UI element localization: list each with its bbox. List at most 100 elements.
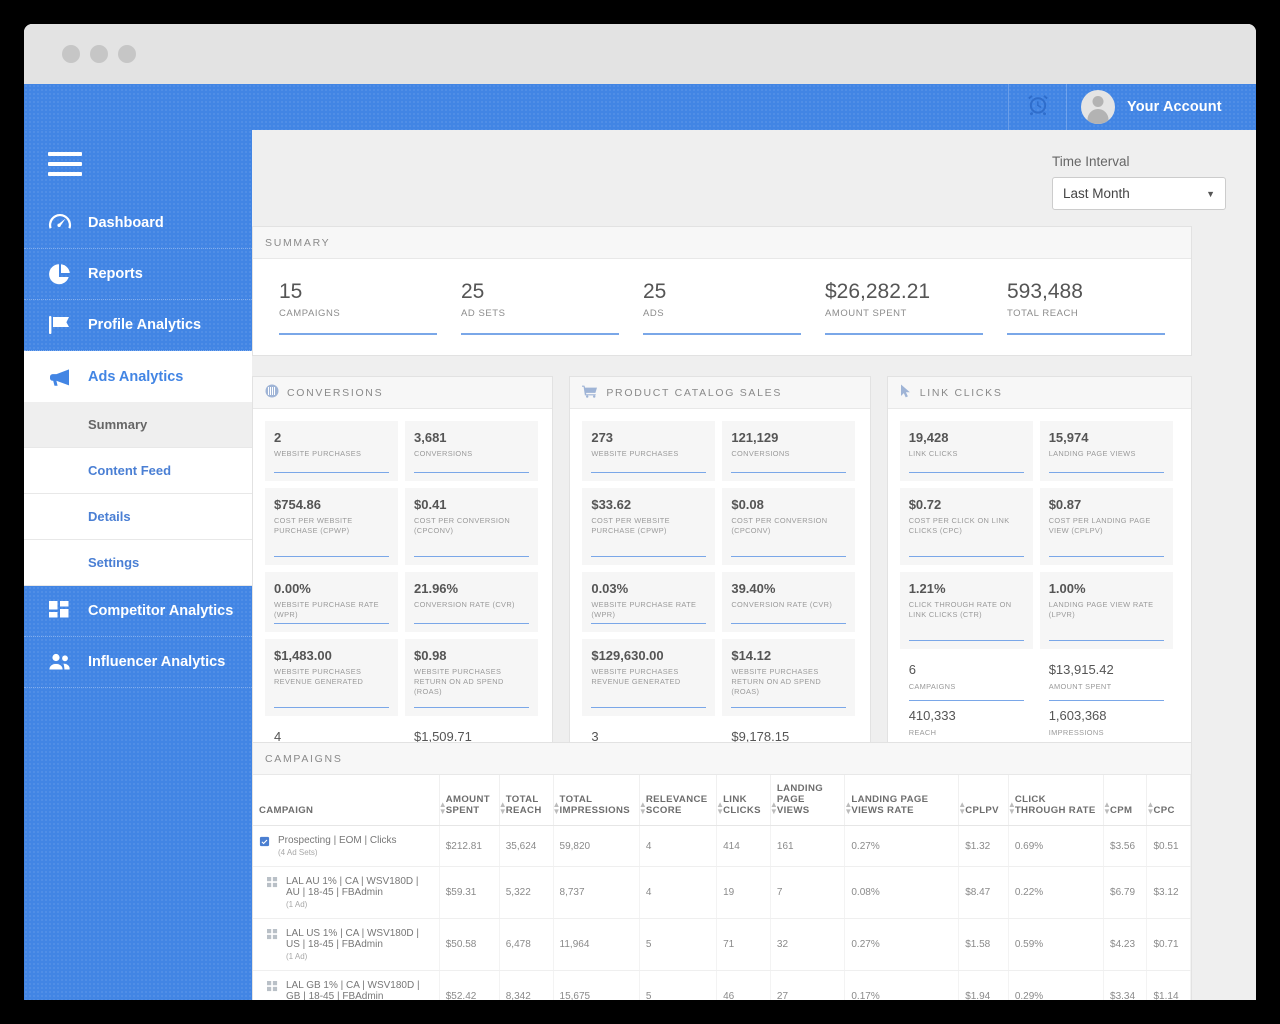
sidebar-subitem-details[interactable]: Details	[24, 494, 252, 540]
metric-tile-rule	[414, 623, 529, 624]
column-header[interactable]: ▲ ▼ CPM	[1103, 775, 1148, 826]
metric-tile-value: $0.41	[414, 497, 447, 512]
column-header[interactable]: ▲ ▼ CLICK THROUGH RATE	[1008, 775, 1105, 826]
summary-metric-value: $26,282.21	[825, 280, 931, 303]
campaign-name: LAL AU 1% | CA | WSV180D | AU | 18-45 | …	[286, 876, 419, 898]
campaign-subcount: (1 Ad)	[286, 900, 308, 909]
column-header[interactable]: ▲ ▼ AMOUNT SPENT	[439, 775, 500, 826]
sidebar-item-reports[interactable]: Reports	[24, 249, 252, 300]
metric-tile: 1.00% LANDING PAGE VIEW RATE (LPVR)	[1039, 572, 1173, 649]
sidebar-subitem-content-feed[interactable]: Content Feed	[24, 448, 252, 494]
alarm-clock-button[interactable]	[1008, 84, 1066, 130]
metric-tile-rule	[731, 707, 847, 708]
column-header[interactable]: ▲ ▼ CPC	[1146, 775, 1191, 826]
metric-tile: 39.40% CONVERSION RATE (CVR)	[722, 572, 856, 632]
sort-icon[interactable]: ▲ ▼	[1008, 801, 1016, 815]
column-header-label: TOTAL REACH	[505, 794, 542, 816]
metric-tile-label: WEBSITE PURCHASES REVENUE GENERATED	[591, 667, 681, 687]
campaign-name-cell[interactable]: Prospecting | EOM | Clicks (4 Ad Sets)	[253, 825, 440, 867]
table-cell: $1.94	[958, 970, 1009, 1000]
metric-tile-value: $754.86	[274, 497, 321, 512]
summary-metrics: 15 CAMPAIGNS 25 AD SETS 25 ADS $26,282.21 AMOUN…	[253, 259, 1191, 355]
table-cell: $6.79	[1103, 866, 1148, 919]
column-header-label: CPLPV	[965, 805, 999, 816]
summary-metric: 593,488 TOTAL REACH	[995, 280, 1177, 336]
table-cell: 46	[716, 970, 771, 1000]
summary-card-title: SUMMARY	[265, 236, 331, 249]
column-header[interactable]: ▲ ▼ LANDING PAGE VIEWS RATE	[844, 775, 960, 826]
metric-tile-label: WEBSITE PURCHASES RETURN ON AD SPEND (RO…	[414, 667, 504, 697]
column-header[interactable]: ▲ ▼ CPLPV	[958, 775, 1009, 826]
sort-icon[interactable]: ▲ ▼	[553, 801, 561, 815]
metric-tile-value: $33.62	[591, 497, 632, 512]
adset-icon	[267, 877, 278, 909]
metric-tile-label: LINK CLICKS	[908, 449, 958, 459]
adset-icon	[267, 929, 278, 961]
account-menu[interactable]: Your Account	[1066, 84, 1256, 130]
metric-tile-rule	[274, 623, 389, 624]
campaign-name-cell[interactable]: LAL US 1% | CA | WSV180D | US | 18-45 | …	[253, 918, 440, 971]
metric-card-header: PRODUCT CATALOG SALES	[570, 377, 870, 409]
sort-icon[interactable]: ▲ ▼	[499, 801, 507, 815]
summary-metric: $26,282.21 AMOUNT SPENT	[813, 280, 995, 336]
metric-tile-value: 2	[274, 430, 282, 445]
table-cell: $1.58	[958, 918, 1009, 971]
time-interval-select[interactable]: Last Month ▼	[1052, 177, 1226, 210]
sidebar-subitem-summary[interactable]: Summary	[24, 402, 252, 448]
campaign-name-cell[interactable]: LAL AU 1% | CA | WSV180D | AU | 18-45 | …	[253, 866, 440, 919]
sidebar-item-profile-analytics[interactable]: Profile Analytics	[24, 300, 252, 351]
time-interval-control: Time Interval Last Month ▼	[1052, 154, 1226, 210]
avatar	[1081, 90, 1115, 124]
column-header-label: CLICK THROUGH RATE	[1014, 794, 1096, 816]
summary-metric-rule	[825, 333, 983, 336]
device-frame: Your Account Dashboard Reports Profile A…	[0, 0, 1280, 1024]
table-cell: $212.81	[439, 825, 500, 867]
metric-tile-value: $0.87	[1048, 497, 1082, 512]
column-header[interactable]: CAMPAIGN	[253, 775, 440, 826]
sidebar-item-ads-analytics[interactable]: Ads Analytics	[24, 351, 252, 402]
sort-icon[interactable]: ▲ ▼	[844, 801, 852, 815]
table-cell: 15,675	[553, 970, 640, 1000]
table-cell: $3.56	[1103, 825, 1148, 867]
column-header[interactable]: ▲ ▼ LINK CLICKS	[716, 775, 771, 826]
sort-icon[interactable]: ▲ ▼	[1146, 801, 1154, 815]
table-row[interactable]: LAL AU 1% | CA | WSV180D | AU | 18-45 | …	[253, 866, 1191, 919]
table-cell: $50.58	[439, 918, 500, 971]
sort-icon[interactable]: ▲ ▼	[716, 801, 724, 815]
metric-tile-value: 0.03%	[591, 581, 629, 596]
column-header[interactable]: ▲ ▼ LANDING PAGE VIEWS	[770, 775, 846, 826]
table-cell: 6,478	[499, 918, 554, 971]
table-row[interactable]: LAL GB 1% | CA | WSV180D | GB | 18-45 | …	[253, 970, 1191, 1000]
table-cell: $0.71	[1146, 918, 1191, 971]
metric-tile: 1.21% CLICK THROUGH RATE ON LINK CLICKS (…	[899, 572, 1033, 649]
sort-icon[interactable]: ▲ ▼	[958, 801, 966, 815]
sidebar-item-influencer-analytics[interactable]: Influencer Analytics	[24, 637, 252, 688]
sidebar-item-competitor-analytics[interactable]: Competitor Analytics	[24, 586, 252, 637]
campaign-subcount: (4 Ad Sets)	[278, 848, 318, 857]
sort-icon[interactable]: ▲ ▼	[770, 801, 778, 815]
column-header[interactable]: ▲ ▼ TOTAL IMPRESSIONS	[553, 775, 640, 826]
sidebar-item-dashboard[interactable]: Dashboard	[24, 198, 252, 249]
column-header[interactable]: ▲ ▼ TOTAL REACH	[499, 775, 554, 826]
speedometer-icon	[48, 211, 74, 235]
sort-icon[interactable]: ▲ ▼	[439, 801, 447, 815]
metric-tile-label: LANDING PAGE VIEWS	[1048, 449, 1136, 459]
window-maximize-dot[interactable]	[118, 45, 136, 63]
table-cell: 161	[770, 825, 846, 867]
window-minimize-dot[interactable]	[90, 45, 108, 63]
column-header[interactable]: ▲ ▼ RELEVANCE SCORE	[639, 775, 718, 826]
window-close-dot[interactable]	[62, 45, 80, 63]
metric-card-title: PRODUCT CATALOG SALES	[606, 386, 783, 399]
table-row[interactable]: LAL US 1% | CA | WSV180D | US | 18-45 | …	[253, 918, 1191, 971]
hamburger-icon[interactable]	[24, 130, 252, 198]
metric-tile-label: CONVERSION RATE (CVR)	[731, 600, 833, 610]
campaign-name-cell[interactable]: LAL GB 1% | CA | WSV180D | GB | 18-45 | …	[253, 970, 440, 1000]
table-cell: 0.29%	[1008, 970, 1105, 1000]
sidebar-subitem-settings[interactable]: Settings	[24, 540, 252, 586]
metric-plain-label: CAMPAIGNS	[908, 681, 956, 691]
sort-icon[interactable]: ▲ ▼	[1103, 801, 1111, 815]
summary-metric: 25 ADS	[631, 280, 813, 336]
summary-metric-rule	[1007, 333, 1165, 336]
sort-icon[interactable]: ▲ ▼	[639, 801, 647, 815]
table-row[interactable]: Prospecting | EOM | Clicks (4 Ad Sets) $21…	[253, 825, 1191, 867]
